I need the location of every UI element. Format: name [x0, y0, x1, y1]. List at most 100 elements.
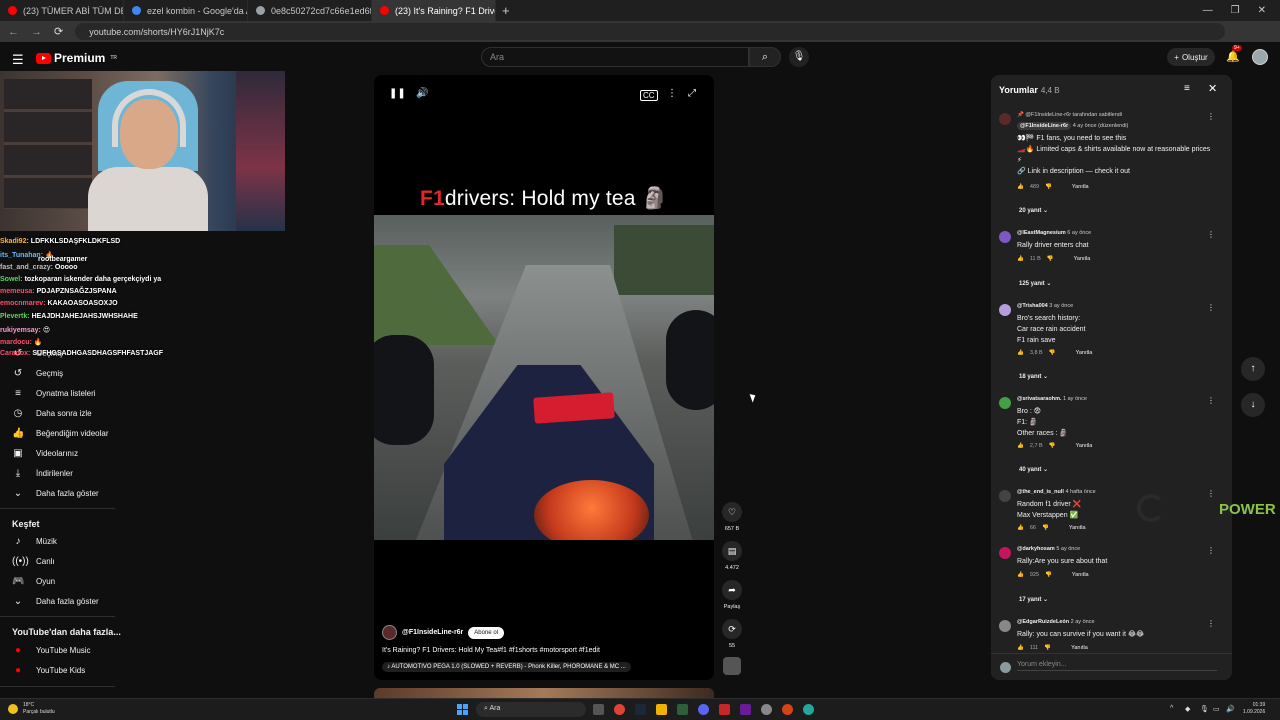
reply-button[interactable]: Yanıtla: [1074, 256, 1091, 262]
sidebar-item-downloads[interactable]: ⤓ İndirilenler: [12, 468, 73, 479]
reply-button[interactable]: Yanıtla: [1072, 572, 1089, 578]
shorts-player[interactable]: ❚❚ 🔊 CC ⋮ ⤢ F1drivers: Hold my tea 🗿 @F1…: [374, 75, 714, 680]
reply-button[interactable]: Yanıtla: [1076, 350, 1093, 356]
voice-search-button[interactable]: 🎙: [789, 47, 809, 67]
app-icon[interactable]: [803, 704, 814, 715]
subscribe-button[interactable]: Abone ol: [468, 626, 504, 639]
like-action[interactable]: ♡ 657 B: [722, 502, 742, 532]
file-explorer-icon[interactable]: [656, 704, 667, 715]
captions-icon[interactable]: CC: [640, 90, 658, 101]
sidebar-item-liked[interactable]: 👍 Beğendiğim videolar: [12, 428, 109, 439]
dislike-icon[interactable]: 👎: [1044, 645, 1051, 651]
more-options-icon[interactable]: ⋮: [667, 88, 677, 99]
settings-icon[interactable]: [761, 704, 772, 715]
add-comment-input[interactable]: Yorum ekleyin...: [1017, 661, 1217, 671]
pause-icon[interactable]: ❚❚: [389, 88, 406, 99]
sort-icon[interactable]: ≡: [1184, 83, 1190, 94]
browser-tab-active[interactable]: (23) It's Raining? F1 Drivers✕: [372, 0, 496, 21]
new-tab-button[interactable]: +: [502, 3, 510, 18]
sidebar-show-more-explore[interactable]: ⌄ Daha fazla göster: [12, 596, 99, 607]
comment-author[interactable]: @Trisha004: [1017, 303, 1048, 309]
steam-icon[interactable]: [635, 704, 646, 715]
reply-button[interactable]: Yanıtla: [1072, 184, 1089, 190]
like-icon[interactable]: 👍: [1017, 645, 1024, 651]
start-button[interactable]: [457, 704, 468, 715]
youtube-logo[interactable]: Premium TR: [36, 51, 117, 65]
fullscreen-icon[interactable]: ⤢: [688, 88, 696, 99]
sidebar-show-more[interactable]: ⌄ Daha fazla göster: [12, 488, 99, 499]
chrome-icon[interactable]: [614, 704, 625, 715]
next-short-button[interactable]: ↓: [1241, 393, 1265, 417]
taskbar-clock[interactable]: 01:39 1.09.2026: [1243, 702, 1265, 716]
comment-author[interactable]: @srivatsaraohm.: [1017, 396, 1062, 402]
close-window-icon[interactable]: ✕: [1258, 5, 1266, 16]
more-options-icon[interactable]: ⋮: [1207, 112, 1215, 121]
video-music-chip[interactable]: ♪ AUTOMOTIVO PEGA 1.0 (SLOWED + REVERB) …: [382, 662, 631, 672]
comment-author[interactable]: @lEastMagnesium: [1017, 230, 1066, 236]
comment-author[interactable]: @F1InsideLine-r6r: [1017, 122, 1072, 130]
comment-avatar[interactable]: [999, 547, 1011, 559]
sidebar-item-live[interactable]: ((•)) Canlı: [12, 556, 55, 567]
channel-name[interactable]: @F1InsideLine-r6r: [402, 629, 463, 636]
remix-action[interactable]: ⟳ 55: [722, 619, 742, 649]
minimize-icon[interactable]: —: [1203, 5, 1213, 16]
more-options-icon[interactable]: ⋮: [1207, 619, 1215, 628]
account-avatar[interactable]: [1252, 49, 1268, 65]
mic-icon[interactable]: 🎙: [1200, 705, 1209, 713]
volume-icon[interactable]: 🔊: [416, 88, 428, 99]
comment-avatar[interactable]: [999, 490, 1011, 502]
share-action[interactable]: ➦ Paylaş: [722, 580, 742, 610]
sound-thumbnail[interactable]: [723, 657, 741, 675]
channel-avatar[interactable]: [382, 625, 397, 640]
reply-button[interactable]: Yanıtla: [1069, 525, 1086, 531]
task-view-icon[interactable]: [593, 704, 604, 715]
reload-icon[interactable]: ⟳: [54, 25, 63, 38]
dislike-icon[interactable]: 👎: [1045, 572, 1052, 578]
comment-avatar[interactable]: [999, 620, 1011, 632]
menu-icon[interactable]: ☰: [12, 52, 24, 68]
maximize-icon[interactable]: ❐: [1231, 5, 1240, 16]
speaker-icon[interactable]: 🔊: [1226, 705, 1235, 713]
comment-action[interactable]: ▤ 4.472: [722, 541, 742, 571]
sidebar-item-your-videos[interactable]: ▣ Videolarınız: [12, 448, 78, 459]
dislike-icon[interactable]: 👎: [1047, 256, 1054, 262]
close-icon[interactable]: ✕: [1208, 82, 1217, 95]
sidebar-item-gaming[interactable]: 🎮 Oyun: [12, 576, 55, 587]
tray-chevron-icon[interactable]: ^: [1170, 705, 1173, 712]
comment-author[interactable]: @EdgarRuizdeLeón: [1017, 619, 1069, 625]
more-options-icon[interactable]: ⋮: [1207, 396, 1215, 405]
sidebar-item-playlists[interactable]: ≡ Oynatma listeleri: [12, 388, 96, 399]
reply-button[interactable]: Yanıtla: [1071, 645, 1088, 651]
sidebar-item-youtube-kids[interactable]: ● YouTube Kids: [12, 665, 85, 676]
url-field[interactable]: youtube.com/shorts/HY6rJ1NjK7c: [75, 23, 1226, 40]
share-icon[interactable]: ➦: [722, 580, 742, 600]
browser-tab[interactable]: (23) TÜMER ABİ TÜM DELİRME✕: [0, 0, 124, 21]
like-icon[interactable]: 👍: [1017, 350, 1024, 356]
app-icon[interactable]: [782, 704, 793, 715]
discord-icon[interactable]: [698, 704, 709, 715]
comment-avatar[interactable]: [999, 397, 1011, 409]
sidebar-item-youtube-music[interactable]: ● YouTube Music: [12, 645, 91, 656]
forward-icon[interactable]: →: [31, 26, 42, 38]
sidebar-item-watch-later[interactable]: ◷ Daha sonra izle: [12, 408, 92, 419]
replies-toggle[interactable]: 125 yanıt ⌄: [1019, 280, 1051, 287]
browser-tab[interactable]: ezel kombin - Google'da Ara✕: [124, 0, 248, 21]
dislike-icon[interactable]: 👎: [1045, 184, 1052, 190]
app-icon[interactable]: [677, 704, 688, 715]
reply-button[interactable]: Yanıtla: [1076, 443, 1093, 449]
like-icon[interactable]: 👍: [1017, 184, 1024, 190]
tray-app-icon[interactable]: ◆: [1185, 705, 1190, 713]
dislike-icon[interactable]: 👎: [1042, 525, 1049, 531]
search-input[interactable]: Ara: [481, 47, 749, 67]
comment-author[interactable]: @darkyhosam: [1017, 546, 1055, 552]
more-options-icon[interactable]: ⋮: [1207, 303, 1215, 312]
like-icon[interactable]: 👍: [1017, 256, 1024, 262]
notifications-button[interactable]: 🔔 9+: [1226, 45, 1242, 63]
browser-tab[interactable]: 0e8c50272cd7c66e1ed6f6191✕: [248, 0, 372, 21]
previous-short-button[interactable]: ↑: [1241, 357, 1265, 381]
comment-avatar[interactable]: [999, 231, 1011, 243]
app-icon[interactable]: [719, 704, 730, 715]
like-icon[interactable]: 👍: [1017, 525, 1024, 531]
remix-icon[interactable]: ⟳: [722, 619, 742, 639]
comment-icon[interactable]: ▤: [722, 541, 742, 561]
